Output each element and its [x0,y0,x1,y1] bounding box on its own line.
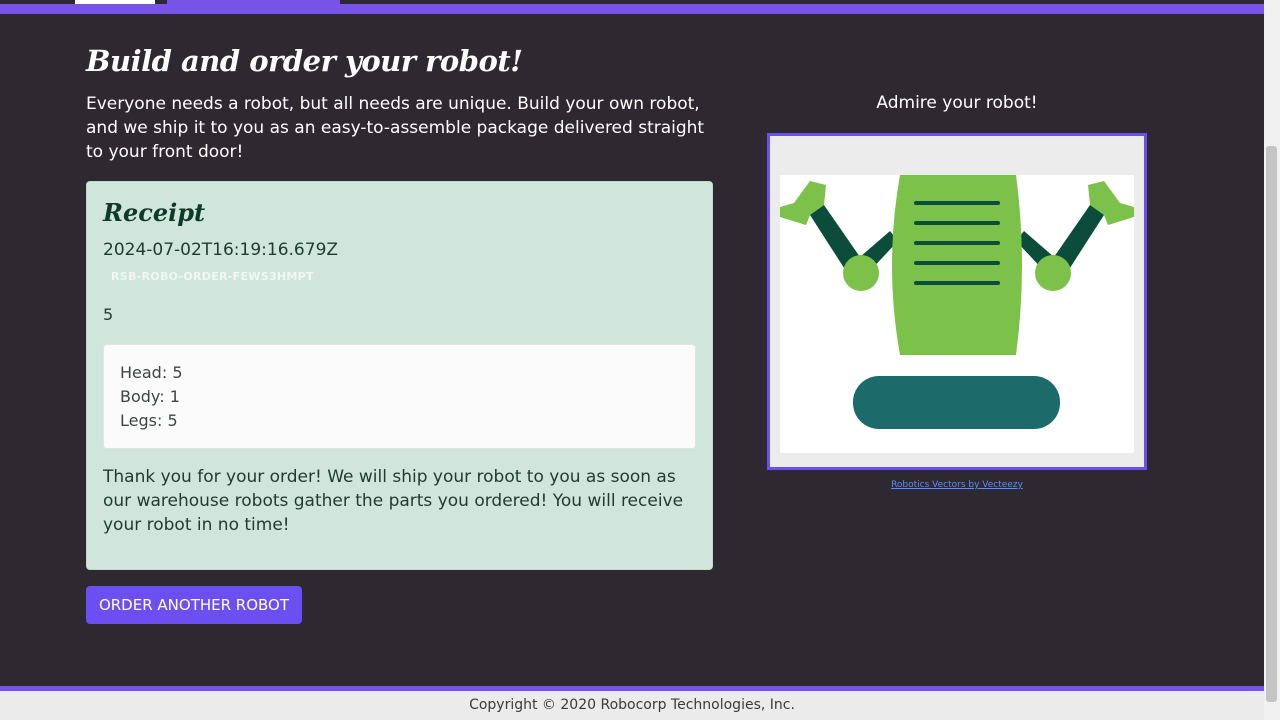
intro-text: Everyone needs a robot, but all needs ar… [86,94,705,162]
vecteezy-credit-link[interactable]: Robotics Vectors by Vecteezy [767,480,1147,490]
nav-tab-order[interactable] [167,0,340,4]
part-legs: Legs: 5 [120,411,178,430]
part-body: Body: 1 [120,387,180,406]
receipt-number: 5 [103,305,114,324]
parts-list: Head: 5 Body: 1 Legs: 5 [103,344,696,449]
page-scrollbar-thumb[interactable] [1266,146,1277,702]
page-title: Build and order your robot! [86,44,523,78]
left-shoulder [843,255,879,291]
robot-preview-image [780,175,1134,453]
receipt-panel: Receipt 2024-07-02T16:19:16.679Z RSB-ROB… [86,181,713,570]
top-accent-strip [0,4,1264,14]
order-id-badge: RSB-ROBO-ORDER-FEWS3HMPT [111,270,314,283]
thank-you-message: Thank you for your order! We will ship y… [103,467,684,535]
robot-illustration [780,175,1134,429]
right-shoulder [1035,255,1071,291]
footer-copyright: Copyright © 2020 Robocorp Technologies, … [0,691,1264,720]
part-head: Head: 5 [120,363,183,382]
preview-caption: Admire your robot! [876,93,1038,113]
order-another-button[interactable]: ORDER ANOTHER ROBOT [86,586,302,624]
receipt-title: Receipt [103,198,206,227]
receipt-timestamp: 2024-07-02T16:19:16.679Z [103,240,339,260]
robot-preview-frame [767,133,1147,470]
nav-tab-home[interactable] [75,0,155,4]
robot-base [853,376,1060,429]
